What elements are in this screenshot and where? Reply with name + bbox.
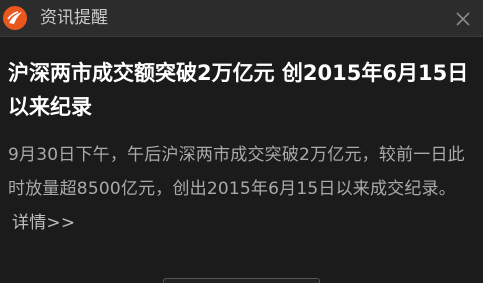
news-body-text: 9月30日下午，午后沪深两市成交突破2万亿元，较前一日此时放量超8500亿元，创…	[8, 145, 465, 199]
title-bar: 资讯提醒	[0, 0, 483, 37]
news-summary: 9月30日下午，午后沪深两市成交突破2万亿元，较前一日此时放量超8500亿元，创…	[8, 138, 474, 240]
details-link[interactable]: 详情>>	[12, 213, 75, 233]
news-alert-popup: 资讯提醒 沪深两市成交额突破2万亿元 创2015年6月15日以来纪录 9月30日…	[0, 0, 483, 283]
app-logo-icon	[3, 6, 27, 30]
news-headline[interactable]: 沪深两市成交额突破2万亿元 创2015年6月15日以来纪录	[8, 56, 473, 124]
close-icon[interactable]	[452, 8, 474, 30]
window-title: 资讯提醒	[40, 8, 108, 28]
bottom-scroll-tab[interactable]	[163, 278, 320, 283]
